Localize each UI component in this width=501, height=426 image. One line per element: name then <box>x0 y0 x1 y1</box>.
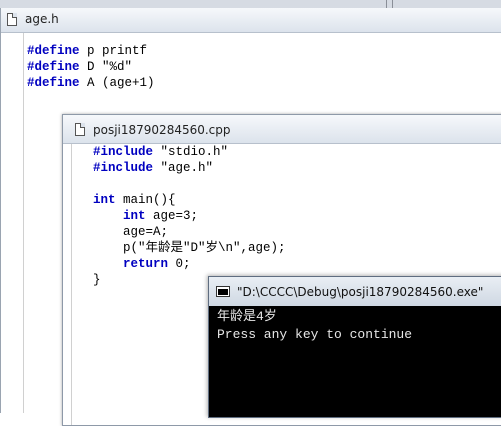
console-icon <box>216 286 230 297</box>
title-bar[interactable]: age.h <box>1 8 501 33</box>
document-icon <box>75 123 85 136</box>
console-output-area[interactable]: 年龄是4岁 Press any key to continue <box>209 306 501 417</box>
code-line: #define D "%d" <box>27 60 133 74</box>
code-line: #include "age.h" <box>93 161 214 175</box>
code-line: return 0; <box>123 257 191 271</box>
document-icon <box>7 13 17 26</box>
title-bar[interactable]: posji18790284560.cpp <box>63 115 501 144</box>
code-line: p("年龄是"D"岁\n",age); <box>123 241 286 255</box>
code-line: int age=3; <box>123 209 199 223</box>
editor-gutter[interactable] <box>63 144 72 425</box>
code-line: #define A (age+1) <box>27 76 155 90</box>
mdi-background-strip <box>0 0 501 8</box>
code-area[interactable]: #define p printf #define D "%d" #define A … <box>27 43 155 91</box>
editor-gutter[interactable] <box>1 33 24 413</box>
console-line: 年龄是4岁 <box>217 309 277 324</box>
code-area[interactable]: #include "stdio.h" #include "age.h" int m… <box>93 144 286 288</box>
console-window[interactable]: "D:\CCCC\Debug\posji18790284560.exe" 年龄是… <box>208 276 501 418</box>
window-title: posji18790284560.cpp <box>93 123 231 137</box>
scrollbar-mark <box>386 0 387 8</box>
code-line: int main(){ <box>93 193 176 207</box>
code-line: #include "stdio.h" <box>93 145 229 159</box>
code-line: #define p printf <box>27 44 148 58</box>
scrollbar-mark <box>392 0 393 8</box>
console-line: Press any key to continue <box>217 327 413 342</box>
console-title: "D:\CCCC\Debug\posji18790284560.exe" <box>237 285 484 299</box>
console-output: 年龄是4岁 Press any key to continue <box>217 308 501 344</box>
code-line: age=A; <box>123 225 169 239</box>
window-title: age.h <box>25 12 59 26</box>
console-title-bar[interactable]: "D:\CCCC\Debug\posji18790284560.exe" <box>209 277 501 306</box>
